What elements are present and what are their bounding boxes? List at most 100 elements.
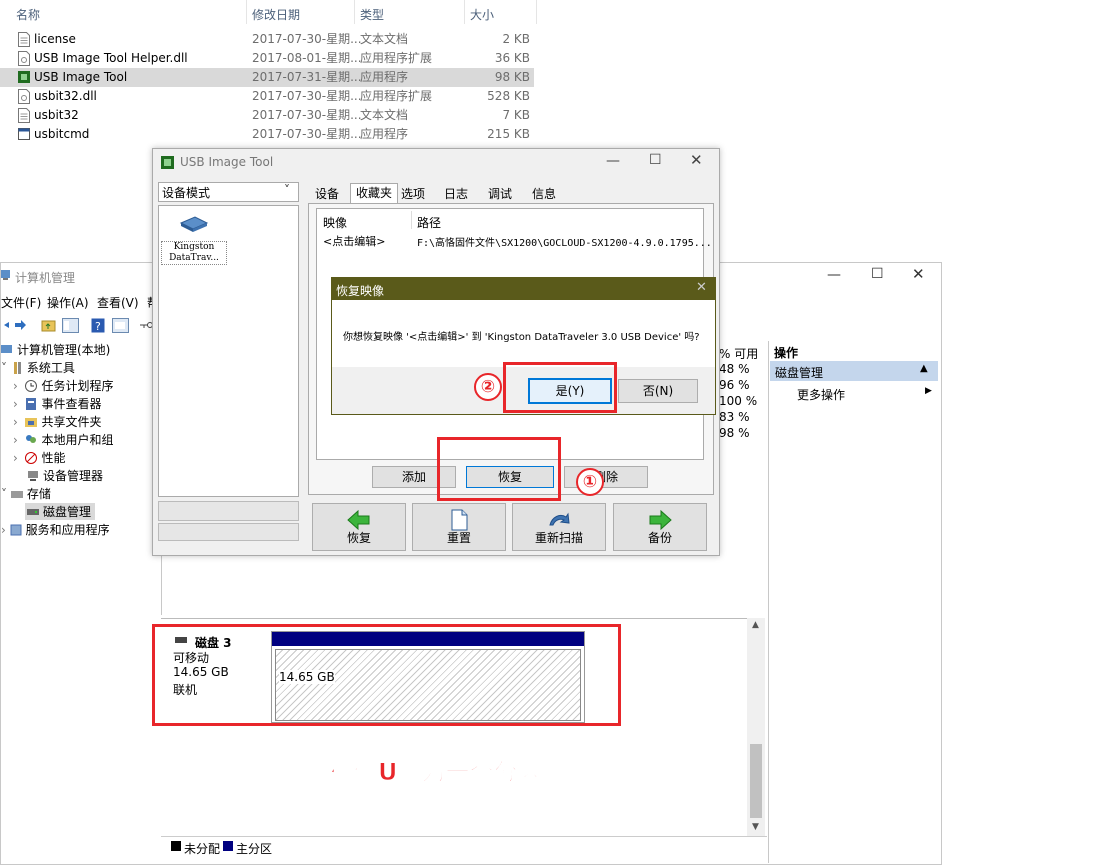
tree-local-users[interactable]: › 本地用户和组: [13, 431, 113, 448]
col-divider: [246, 0, 247, 24]
tree-device-manager[interactable]: 设备管理器: [27, 467, 103, 484]
forward-icon[interactable]: [13, 318, 27, 332]
event-viewer-icon: [26, 398, 37, 410]
text-file-icon: [18, 32, 30, 47]
legend-primary: 主分区: [236, 842, 273, 856]
dll-file-icon: [18, 51, 30, 66]
tree-task-scheduler[interactable]: › 任务计划程序: [13, 377, 113, 394]
dll-file-icon: [18, 89, 30, 104]
menu-file[interactable]: 文件(F): [1, 294, 41, 311]
col-name[interactable]: 名称: [16, 6, 40, 23]
maximize-button[interactable]: ☐: [649, 152, 662, 168]
chevron-right-icon: ›: [13, 433, 18, 447]
scroll-up-icon[interactable]: ▲: [752, 620, 759, 630]
help-icon[interactable]: ?: [91, 318, 105, 333]
key-icon[interactable]: [139, 319, 153, 331]
tab-log[interactable]: 日志: [439, 185, 473, 203]
close-button[interactable]: ✕: [690, 151, 703, 169]
back-icon[interactable]: [1, 320, 9, 330]
legend-unallocated: 未分配: [184, 842, 221, 856]
submenu-arrow-icon: ▶: [925, 386, 932, 396]
tab-favorites[interactable]: 收藏夹: [350, 183, 399, 204]
device-item[interactable]: Kingston DataTrav...: [161, 211, 227, 265]
tree-system-tools[interactable]: ˅ 系统工具: [1, 359, 75, 376]
scroll-thumb[interactable]: [750, 744, 762, 818]
minimize-button[interactable]: —: [606, 153, 620, 169]
chevron-right-icon: ›: [13, 397, 18, 411]
collapse-icon: ▲: [920, 363, 928, 374]
file-explorer: 名称 ^ 修改日期 类型 大小 license 2017-07-30-星期...…: [0, 0, 540, 148]
chevron-down-icon: ˅: [1, 361, 7, 375]
step-2-marker: ②: [474, 373, 502, 401]
reset-big-button[interactable]: 重置: [412, 503, 506, 551]
free-value: 98 %: [719, 426, 750, 440]
storage-icon: [10, 491, 23, 498]
mode-select[interactable]: 设备模式 ˅: [158, 182, 299, 202]
col-path[interactable]: 路径: [417, 214, 441, 231]
scroll-down-icon[interactable]: ▼: [752, 822, 759, 832]
legend: 未分配 主分区: [161, 836, 767, 857]
show-hide-tree-icon[interactable]: [62, 318, 79, 333]
col-date[interactable]: 修改日期: [252, 6, 300, 23]
minimize-button[interactable]: —: [827, 267, 841, 283]
chevron-right-icon: ›: [13, 415, 18, 429]
rescan-big-button[interactable]: 重新扫描: [512, 503, 606, 551]
tree-shared-folders[interactable]: › 共享文件夹: [13, 413, 101, 430]
dialog-close-button[interactable]: ✕: [696, 280, 707, 295]
tab-options[interactable]: 选项: [396, 185, 430, 203]
toolbar: ?: [1, 315, 161, 337]
col-divider: [536, 0, 537, 24]
menu-view[interactable]: 查看(V): [97, 294, 139, 311]
unallocated-swatch: [171, 841, 181, 851]
chevron-right-icon: ›: [1, 523, 6, 537]
text-file-icon: [18, 108, 30, 123]
maximize-button[interactable]: ☐: [871, 266, 884, 282]
highlight-restore-button: [437, 437, 561, 501]
sort-arrow-icon: ^: [124, 0, 133, 7]
file-row[interactable]: usbit32 2017-07-30-星期... 文本文档 7 KB: [0, 106, 534, 125]
col-size[interactable]: 大小: [470, 6, 494, 23]
annotation-note: 确保U盘为一个分区: [330, 758, 542, 787]
highlight-disk-partition: [152, 624, 621, 726]
tree-disk-management[interactable]: 磁盘管理: [25, 503, 96, 520]
navigation-tree: 计算机管理(本地) ˅ 系统工具 › 任务计划程序 › 事件查看器 › 共享文件…: [1, 341, 161, 641]
backup-big-button[interactable]: 备份: [613, 503, 707, 551]
services-icon: [10, 524, 22, 536]
up-folder-icon[interactable]: [41, 318, 56, 333]
tab-device[interactable]: 设备: [310, 185, 344, 203]
file-row[interactable]: license 2017-07-30-星期... 文本文档 2 KB: [0, 30, 534, 49]
step-1-marker: ①: [576, 468, 604, 496]
col-divider: [411, 211, 412, 229]
window-title: 计算机管理: [15, 271, 76, 285]
actions-pane: 操作 磁盘管理 ▲ 更多操作 ▶: [768, 341, 941, 863]
tree-event-viewer[interactable]: › 事件查看器: [13, 395, 101, 412]
cmd-app-icon: [18, 128, 30, 140]
col-divider: [354, 0, 355, 24]
tools-icon: [13, 362, 21, 374]
tree-root[interactable]: 计算机管理(本地): [1, 341, 110, 358]
device-manager-icon: [28, 471, 38, 481]
properties-icon[interactable]: [112, 318, 129, 333]
tab-debug[interactable]: 调试: [483, 185, 517, 203]
col-type[interactable]: 类型: [360, 6, 384, 23]
vertical-scrollbar[interactable]: ▲ ▼: [747, 618, 765, 836]
more-actions[interactable]: 更多操作: [797, 386, 845, 403]
no-button[interactable]: 否(N): [618, 379, 698, 403]
file-row[interactable]: usbitcmd 2017-07-30-星期... 应用程序 215 KB: [0, 125, 534, 144]
tree-storage[interactable]: ˅ 存储: [1, 485, 51, 502]
menu-action[interactable]: 操作(A): [47, 294, 89, 311]
file-row[interactable]: usbit32.dll 2017-07-30-星期... 应用程序扩展 528 …: [0, 87, 534, 106]
col-free-percent[interactable]: % 可用: [719, 345, 758, 362]
col-image[interactable]: 映像: [323, 214, 347, 231]
actions-section[interactable]: 磁盘管理 ▲: [770, 361, 938, 381]
dialog-title: 恢复映像: [336, 284, 385, 298]
tree-services[interactable]: › 服务和应用程序: [1, 521, 110, 538]
app-icon: [161, 156, 174, 169]
close-button[interactable]: ✕: [912, 265, 925, 283]
file-row[interactable]: USB Image Tool 2017-07-31-星期... 应用程序 98 …: [0, 68, 534, 87]
file-row[interactable]: USB Image Tool Helper.dll 2017-08-01-星期.…: [0, 49, 534, 68]
restore-big-button[interactable]: 恢复: [312, 503, 406, 551]
tree-performance[interactable]: › 性能: [13, 449, 65, 466]
table-row[interactable]: <点击编辑> F:\高恪固件文件\SX1200\GOCLOUD-SX1200-4…: [317, 231, 712, 249]
tab-info[interactable]: 信息: [527, 185, 561, 203]
